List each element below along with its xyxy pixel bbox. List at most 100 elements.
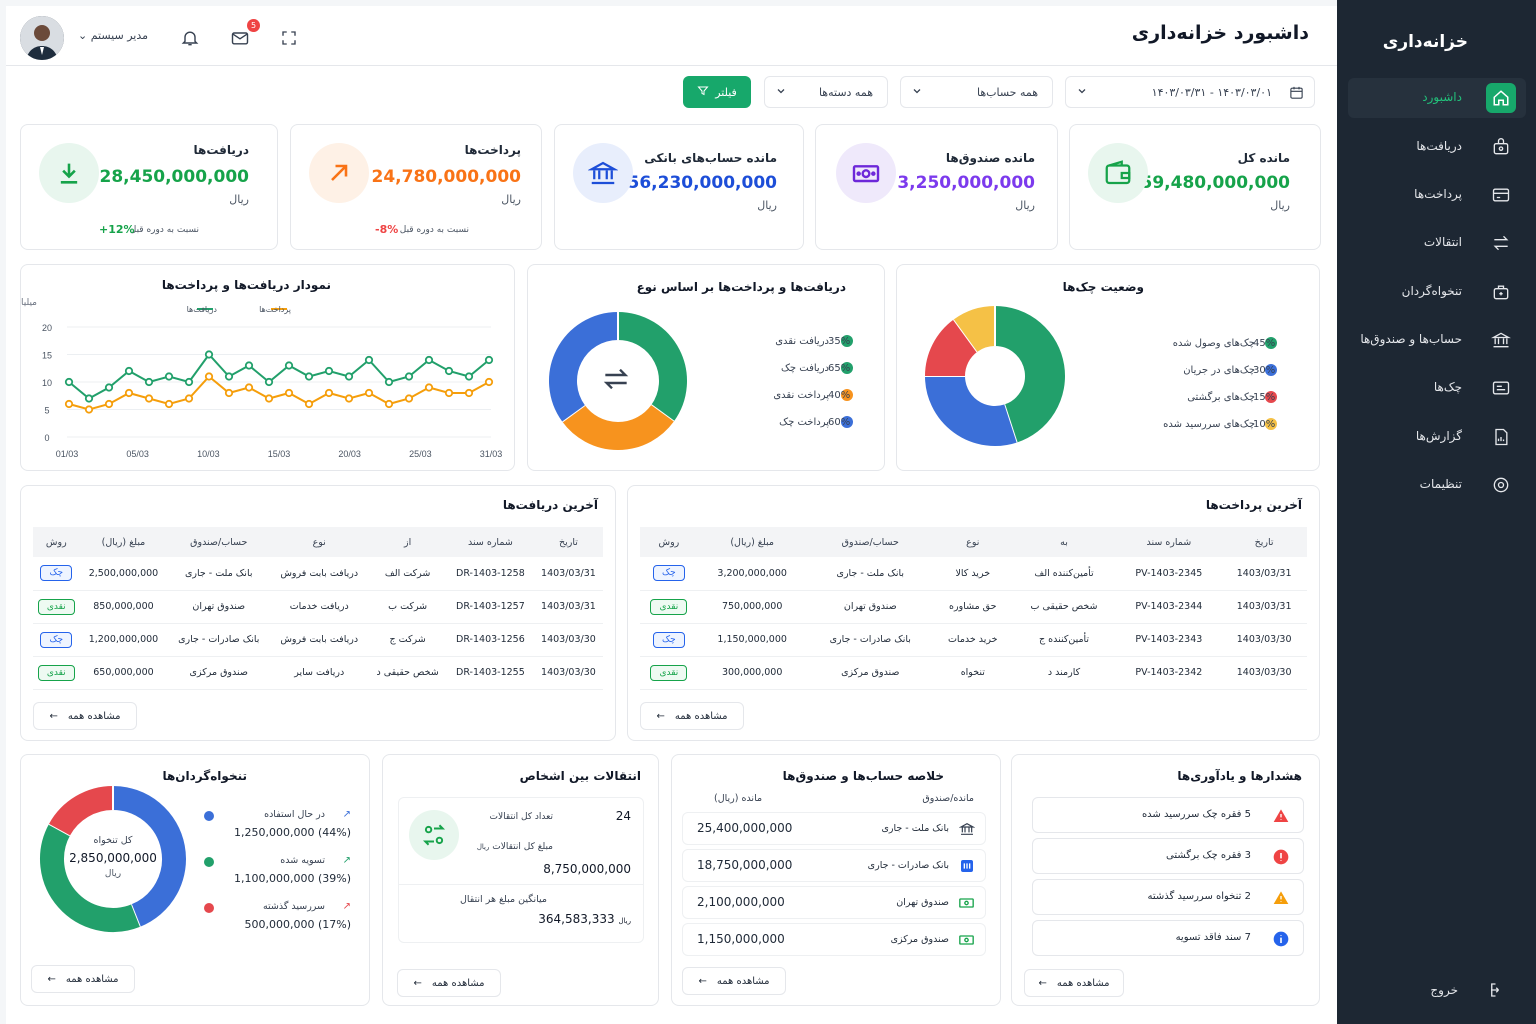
- account-row[interactable]: بانک ملت - جاری 25,400,000,000: [682, 812, 986, 845]
- col-header: مانده (ریال): [714, 793, 763, 804]
- sidebar-item-settings[interactable]: تنظیمات: [1348, 465, 1526, 505]
- main-content: داشبورد خزانه‌داری مدیر سیستم ⌄ 5 ۱۴۰۳/۰…: [6, 6, 1337, 1024]
- legend-item: دریافت نقدی 35%: [708, 335, 853, 347]
- table-row[interactable]: 1403/03/31 DR-1403-1258 شرکت الف دریافت باب…: [33, 557, 603, 591]
- kpi-title: مانده صندوق‌ها: [945, 151, 1035, 165]
- table-row[interactable]: 1403/03/30 PV-1403-2343 تأمین‌کننده ج خرید …: [640, 623, 1307, 657]
- transfers-title: انتقالات بین اشخاص: [519, 769, 641, 783]
- legend-label: دریافت چک: [780, 362, 829, 374]
- alert-item[interactable]: 7 سند فاقد تسویه: [1032, 920, 1304, 956]
- date-range-select[interactable]: ۱۴۰۳/۰۳/۰۱ - ۱۴۰۳/۰۳/۳۱: [1065, 76, 1315, 108]
- chevron-down-icon: [775, 85, 787, 100]
- legend-item: دریافت چک 65%: [708, 362, 853, 374]
- cell: صندوق تهران: [806, 590, 934, 624]
- account-select[interactable]: همه حساب‌ها: [900, 76, 1053, 108]
- alert-item[interactable]: 2 تنخواه سررسید گذشته: [1032, 879, 1304, 915]
- type-select[interactable]: همه دسته‌ها: [764, 76, 888, 108]
- see-all-button[interactable]: مشاهده همه ←: [33, 702, 137, 730]
- see-all-button[interactable]: مشاهده همه ←: [31, 965, 135, 993]
- kpi-payments: پرداخت‌ها 24,780,000,000 ریال نسبت به دو…: [290, 124, 542, 250]
- logout-button[interactable]: خروج: [1402, 972, 1522, 1008]
- cell: دریافت بابت فروش: [270, 623, 369, 657]
- data-point: [204, 350, 214, 359]
- sidebar-title: خزانه‌داری: [1382, 32, 1468, 52]
- bell-icon[interactable]: [178, 26, 202, 50]
- sidebar-item-receipts[interactable]: دریافت‌ها: [1348, 127, 1526, 167]
- cheque-donut-chart: [925, 306, 1065, 446]
- sidebar-item-reports[interactable]: گزارش‌ها: [1348, 417, 1526, 457]
- x-tick-label: 31/03: [480, 449, 503, 459]
- see-all-label: مشاهده همه: [716, 975, 770, 987]
- data-point: [184, 394, 194, 403]
- transfers-stats: تعداد کل انتقالات 24 مبلغ کل انتقالات ری…: [398, 797, 644, 943]
- cell: صندوق تهران: [167, 590, 271, 624]
- col-header: روش: [640, 527, 698, 557]
- table-row[interactable]: 1403/03/31 PV-1403-2344 شخص حقیقی ب حق مشاو…: [640, 590, 1307, 624]
- alert-item[interactable]: 5 فقره چک سررسید شده: [1032, 797, 1304, 833]
- legend-pct: 10%: [1253, 418, 1276, 430]
- table-row[interactable]: 1403/03/31 DR-1403-1257 شرکت ب دریافت خدمات…: [33, 590, 603, 624]
- payment-icon: [1486, 180, 1516, 210]
- petty-center-unit: ریال: [104, 869, 122, 879]
- x-tick-label: 25/03: [409, 449, 432, 459]
- account-row[interactable]: صندوق مرکزی 1,150,000,000: [682, 923, 986, 956]
- petty-title: تنخواه‌گردان‌ها: [162, 769, 247, 783]
- cell: 300,000,000: [697, 656, 807, 690]
- trend-icon: ↗: [342, 901, 351, 912]
- kpi-title: مانده حساب‌های بانکی: [644, 151, 777, 165]
- cell: بانک ملت - جاری: [167, 557, 271, 591]
- avatar[interactable]: [20, 16, 64, 60]
- line-chart-card: نمودار دریافت‌ها و پرداخت‌ها 0 5 10 15 20 01/…: [20, 264, 515, 471]
- legend-pct: 60%: [828, 416, 851, 428]
- mail-icon[interactable]: 5: [228, 19, 260, 50]
- data-point: [244, 361, 254, 370]
- type-chart-card: دریافت‌ها و پرداخت‌ها بر اساس نوع دریافت…: [527, 264, 885, 471]
- legend-label: پرداخت‌ها: [259, 305, 291, 314]
- cell: DR-1403-1257: [446, 590, 534, 624]
- see-all-button[interactable]: مشاهده همه ←: [682, 967, 786, 995]
- arrow-left-icon: ←: [47, 973, 56, 985]
- see-all-label: مشاهده همه: [65, 973, 119, 985]
- sidebar-item-accounts[interactable]: حساب‌ها و صندوق‌ها: [1348, 320, 1526, 360]
- kpi-title: دریافت‌ها: [193, 143, 249, 157]
- cell: صندوق مرکزی: [167, 656, 271, 690]
- table-row[interactable]: 1403/03/30 DR-1403-1256 شرکت ج دریافت بابت …: [33, 623, 603, 657]
- data-point: [424, 355, 434, 365]
- see-all-button[interactable]: مشاهده همه ←: [1024, 969, 1124, 997]
- filter-button[interactable]: فیلتر: [683, 76, 751, 108]
- data-point: [104, 383, 114, 392]
- table-row[interactable]: 1403/03/30 DR-1403-1255 شخص حقیقی د دریافت …: [33, 656, 603, 690]
- petty-center: کل تنخواه 2,850,000,000 ریال: [39, 835, 187, 879]
- cell: 1403/03/30: [1221, 623, 1307, 657]
- account-value: همه حساب‌ها: [976, 86, 1038, 99]
- sidebar-item-label: دریافت‌ها: [1416, 139, 1462, 153]
- legend-item: پرداخت چک 60%: [708, 416, 853, 428]
- sidebar-item-payments[interactable]: پرداخت‌ها: [1348, 175, 1526, 215]
- line-chart: 0 5 10 15 20 01/03 05/03 10/03 15/03 20/03 25/03 31…: [21, 298, 503, 459]
- method-badge: نقدی: [650, 598, 688, 615]
- sidebar-item-dashboard[interactable]: داشبورد: [1348, 78, 1526, 118]
- cell: حق مشاوره: [933, 590, 1012, 624]
- see-all-button[interactable]: مشاهده همه ←: [640, 702, 744, 730]
- see-all-button[interactable]: مشاهده همه ←: [397, 969, 501, 997]
- sidebar-item-cheques[interactable]: چک‌ها: [1348, 368, 1526, 408]
- user-name: مدیر سیستم: [90, 29, 149, 42]
- alert-item[interactable]: 3 فقره چک برگشتی: [1032, 838, 1304, 874]
- cell: 850,000,000: [79, 590, 168, 624]
- sidebar-item-petty-cash[interactable]: تنخواه‌گردان: [1348, 272, 1526, 312]
- user-menu[interactable]: مدیر سیستم ⌄: [78, 29, 148, 42]
- transfers-count-label: تعداد کل انتقالات: [489, 812, 553, 822]
- cheque-icon: [1486, 373, 1516, 403]
- petty-center-value: 2,850,000,000: [69, 851, 157, 865]
- kpi-compare: نسبت به دوره قبل: [399, 225, 469, 235]
- fullscreen-icon[interactable]: [277, 26, 301, 50]
- cell: شخص حقیقی د: [368, 656, 447, 690]
- col-header: مانده/صندوق: [922, 793, 974, 804]
- account-row[interactable]: بانک صادرات - جاری 18,750,000,000: [682, 849, 986, 882]
- account-row[interactable]: صندوق تهران 2,100,000,000: [682, 886, 986, 919]
- legend-label: پرداخت نقدی: [773, 389, 829, 401]
- table-row[interactable]: 1403/03/31 PV-1403-2345 تأمین‌کننده الف خری…: [640, 557, 1307, 591]
- alert-text: 7 سند فاقد تسویه: [1175, 932, 1251, 943]
- sidebar-item-transfers[interactable]: انتقالات: [1348, 223, 1526, 263]
- table-row[interactable]: 1403/03/30 PV-1403-2342 کارمند د تنخواه صندو…: [640, 656, 1307, 690]
